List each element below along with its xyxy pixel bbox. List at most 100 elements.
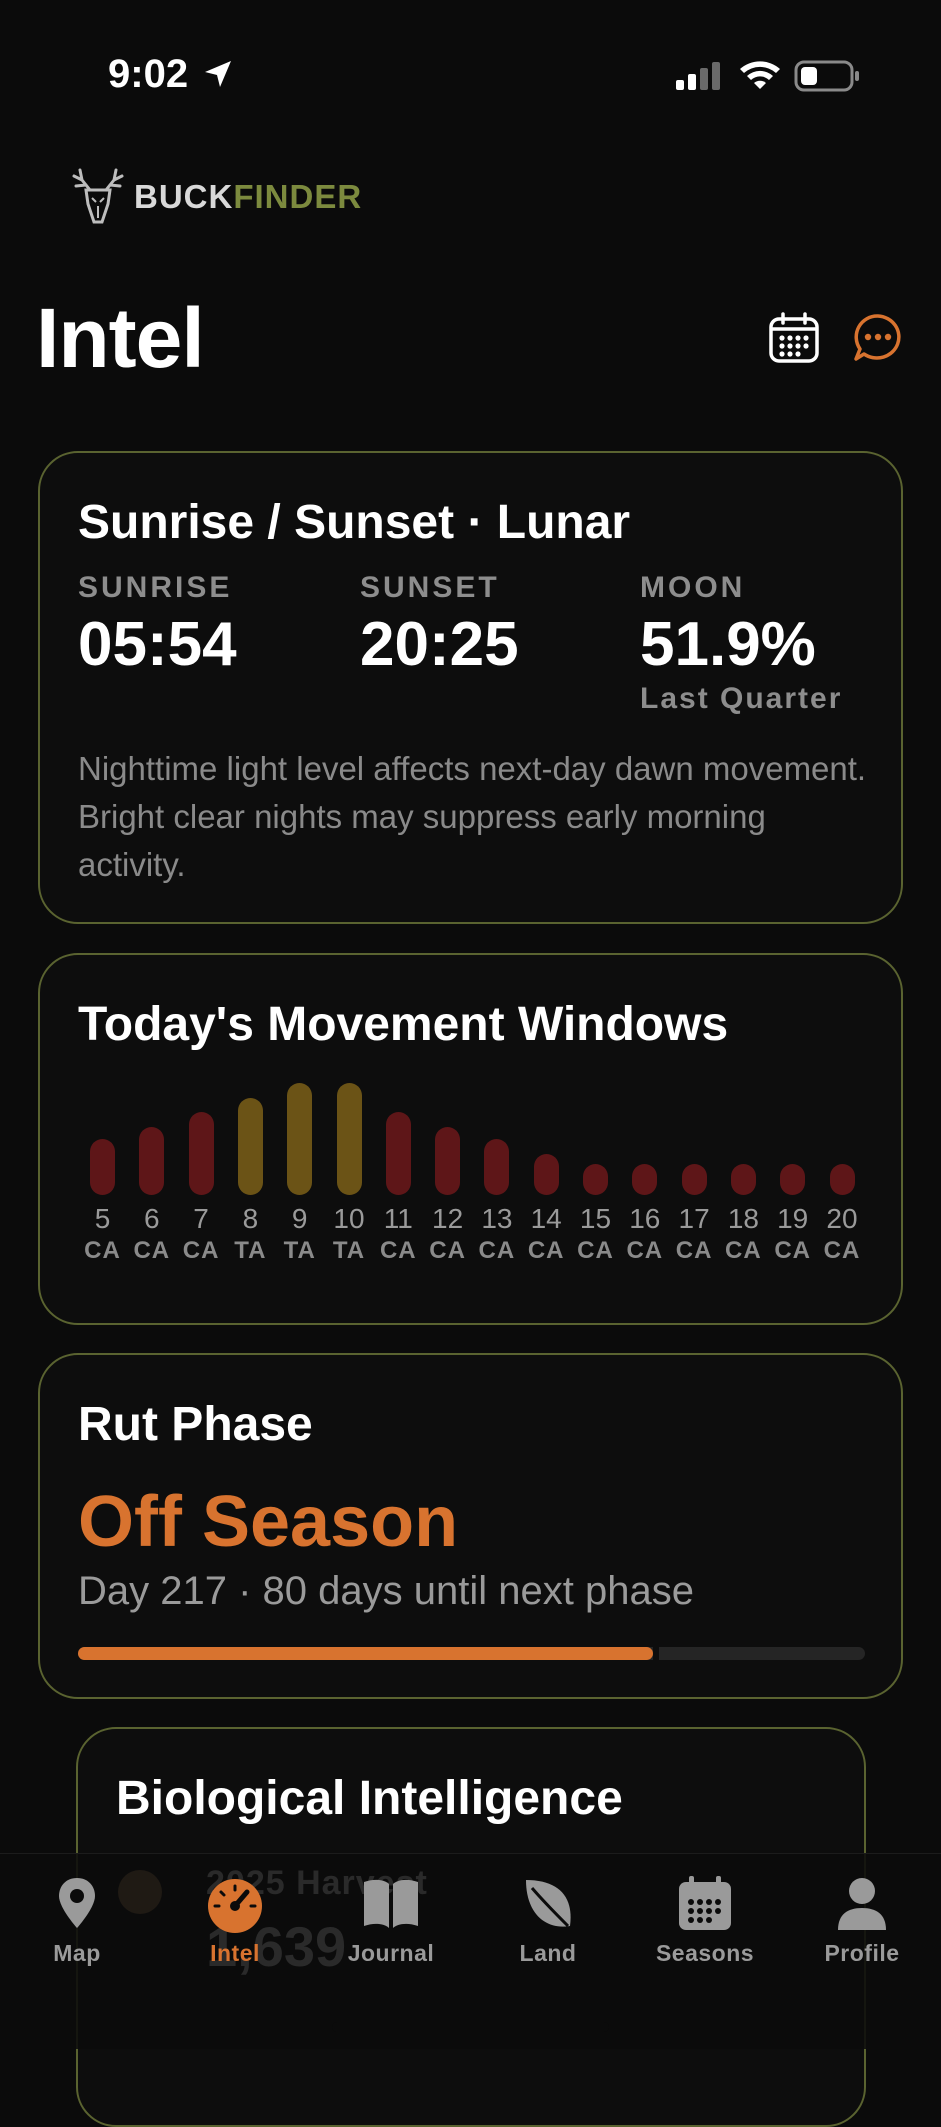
movement-hour-label: 11 xyxy=(383,1203,413,1234)
rut-card-title: Rut Phase xyxy=(78,1398,313,1451)
movement-hour-label: 7 xyxy=(193,1203,209,1234)
lunar-description: Nighttime light level affects next-day d… xyxy=(78,750,867,883)
movement-hour-label: 15 xyxy=(579,1203,612,1234)
movement-hour-8: 8 TA xyxy=(226,1085,275,1299)
tab-profile[interactable]: Profile xyxy=(787,1874,937,1984)
movement-bar xyxy=(583,1164,608,1195)
movement-bar xyxy=(681,1164,707,1195)
movement-hour-label: 10 xyxy=(333,1203,365,1234)
movement-bar xyxy=(780,1164,806,1195)
movement-type-label: CA xyxy=(577,1237,614,1264)
sunrise-label: SUNRISE xyxy=(78,571,233,604)
movement-bar xyxy=(139,1127,165,1195)
movement-type-label: TA xyxy=(283,1237,316,1264)
sunset-stat: SUNSET 20:25 xyxy=(360,571,519,680)
movement-hour-5: 5 CA xyxy=(78,1085,127,1299)
movement-bar xyxy=(385,1112,411,1195)
cellular-signal-icon xyxy=(676,62,720,90)
sun-moon-card[interactable]: Sunrise / Sunset · Lunar SUNRISE 05:54 S… xyxy=(38,451,903,924)
movement-hour-label: 17 xyxy=(678,1203,710,1234)
battery-icon xyxy=(794,60,859,92)
leaf-icon xyxy=(526,1880,571,1928)
moon-stat: MOON 51.9% Last Quarter xyxy=(640,571,842,716)
deer-head-icon xyxy=(72,168,124,224)
calendar-icon xyxy=(679,1876,731,1930)
movement-type-label: CA xyxy=(675,1237,713,1264)
sun-card-title: Sunrise / Sunset · Lunar xyxy=(78,496,631,549)
brand-word-buck: BUCK xyxy=(134,178,234,215)
movement-bar xyxy=(336,1083,362,1195)
movement-hour-label: 16 xyxy=(629,1203,661,1234)
movement-windows-card[interactable]: Today's Movement Windows 5 CA 6 CA 7 CA 8 TA 9 TA… xyxy=(38,953,903,1325)
movement-bar xyxy=(484,1139,510,1195)
movement-type-label: CA xyxy=(182,1237,220,1264)
movement-hour-19: 19 CA xyxy=(768,1085,817,1299)
chat-bubble-icon[interactable] xyxy=(852,312,904,364)
movement-hour-label: 18 xyxy=(727,1203,759,1234)
movement-type-label: TA xyxy=(332,1237,366,1264)
home-indicator xyxy=(332,2022,609,2032)
movement-hour-18: 18 CA xyxy=(719,1085,768,1299)
bio-card-title: Biological Intelligence xyxy=(116,1772,623,1825)
speedometer-icon xyxy=(208,1879,262,1933)
tab-intel-label: Intel xyxy=(210,1940,260,1966)
movement-hour-9: 9 TA xyxy=(275,1083,324,1299)
movement-type-label: CA xyxy=(725,1237,762,1264)
moon-label: MOON xyxy=(640,571,746,604)
calendar-icon[interactable] xyxy=(768,312,820,364)
movement-bar xyxy=(188,1112,214,1195)
movement-hour-16: 16 CA xyxy=(620,1085,669,1299)
movement-bar xyxy=(287,1083,313,1195)
tab-intel[interactable]: Intel xyxy=(160,1874,310,1984)
book-icon xyxy=(364,1879,418,1928)
tab-land[interactable]: Land xyxy=(473,1874,623,1984)
person-icon xyxy=(838,1878,886,1930)
movement-bars: 5 CA 6 CA 7 CA 8 TA 9 TA 10 TA 11 CA 12 CA 13 CA 14 CA 15 CA 1… xyxy=(78,1083,888,1299)
movement-card-title: Today's Movement Windows xyxy=(78,998,729,1051)
rut-progress-fill xyxy=(78,1647,653,1660)
moon-value: 51.9% xyxy=(640,610,816,679)
movement-hour-17: 17 CA xyxy=(670,1085,719,1299)
map-pin-icon xyxy=(59,1878,95,1928)
sunrise-stat: SUNRISE 05:54 xyxy=(78,571,237,680)
tab-seasons[interactable]: Seasons xyxy=(630,1874,780,1984)
tab-journal[interactable]: Journal xyxy=(316,1874,466,1984)
movement-type-label: CA xyxy=(527,1237,565,1264)
sunset-value: 20:25 xyxy=(360,610,519,679)
tab-seasons-label: Seasons xyxy=(655,1940,755,1966)
movement-type-label: CA xyxy=(478,1237,516,1264)
movement-hour-label: 5 xyxy=(94,1203,111,1234)
movement-type-label: TA xyxy=(234,1237,267,1264)
movement-hour-label: 12 xyxy=(432,1203,464,1234)
brand-logo: BUCK FINDER xyxy=(68,168,362,226)
status-bar: 9:02 xyxy=(0,0,941,150)
movement-type-label: CA xyxy=(823,1237,861,1264)
movement-hour-label: 20 xyxy=(826,1203,858,1234)
movement-bar xyxy=(632,1164,658,1195)
movement-hour-13: 13 CA xyxy=(472,1085,521,1299)
movement-type-label: CA xyxy=(84,1237,121,1264)
rut-progress-track xyxy=(78,1647,865,1660)
movement-hour-label: 6 xyxy=(144,1203,160,1234)
movement-type-label: CA xyxy=(379,1237,417,1264)
wifi-icon xyxy=(740,61,780,89)
sunrise-value: 05:54 xyxy=(78,610,237,679)
movement-type-label: CA xyxy=(429,1237,466,1264)
movement-hour-6: 6 CA xyxy=(127,1085,176,1299)
rut-progress-divider xyxy=(653,1647,659,1660)
brand-word-finder: FINDER xyxy=(233,178,363,215)
movement-hour-20: 20 CA xyxy=(818,1085,867,1299)
movement-hour-label: 9 xyxy=(291,1203,308,1234)
movement-hour-7: 7 CA xyxy=(177,1085,226,1299)
tab-map-label: Map xyxy=(53,1940,101,1966)
movement-hour-label: 14 xyxy=(530,1203,562,1234)
moon-phase: Last Quarter xyxy=(640,682,843,715)
movement-bar xyxy=(90,1139,115,1195)
tab-land-label: Land xyxy=(519,1940,577,1966)
movement-bar xyxy=(435,1127,461,1195)
movement-hour-label: 13 xyxy=(481,1203,513,1234)
movement-bar xyxy=(533,1154,559,1195)
rut-phase-card[interactable]: Rut Phase Off Season Day 217 · 80 days u… xyxy=(38,1353,903,1699)
tab-map[interactable]: Map xyxy=(2,1874,152,1984)
page-title: Intel xyxy=(36,291,205,385)
